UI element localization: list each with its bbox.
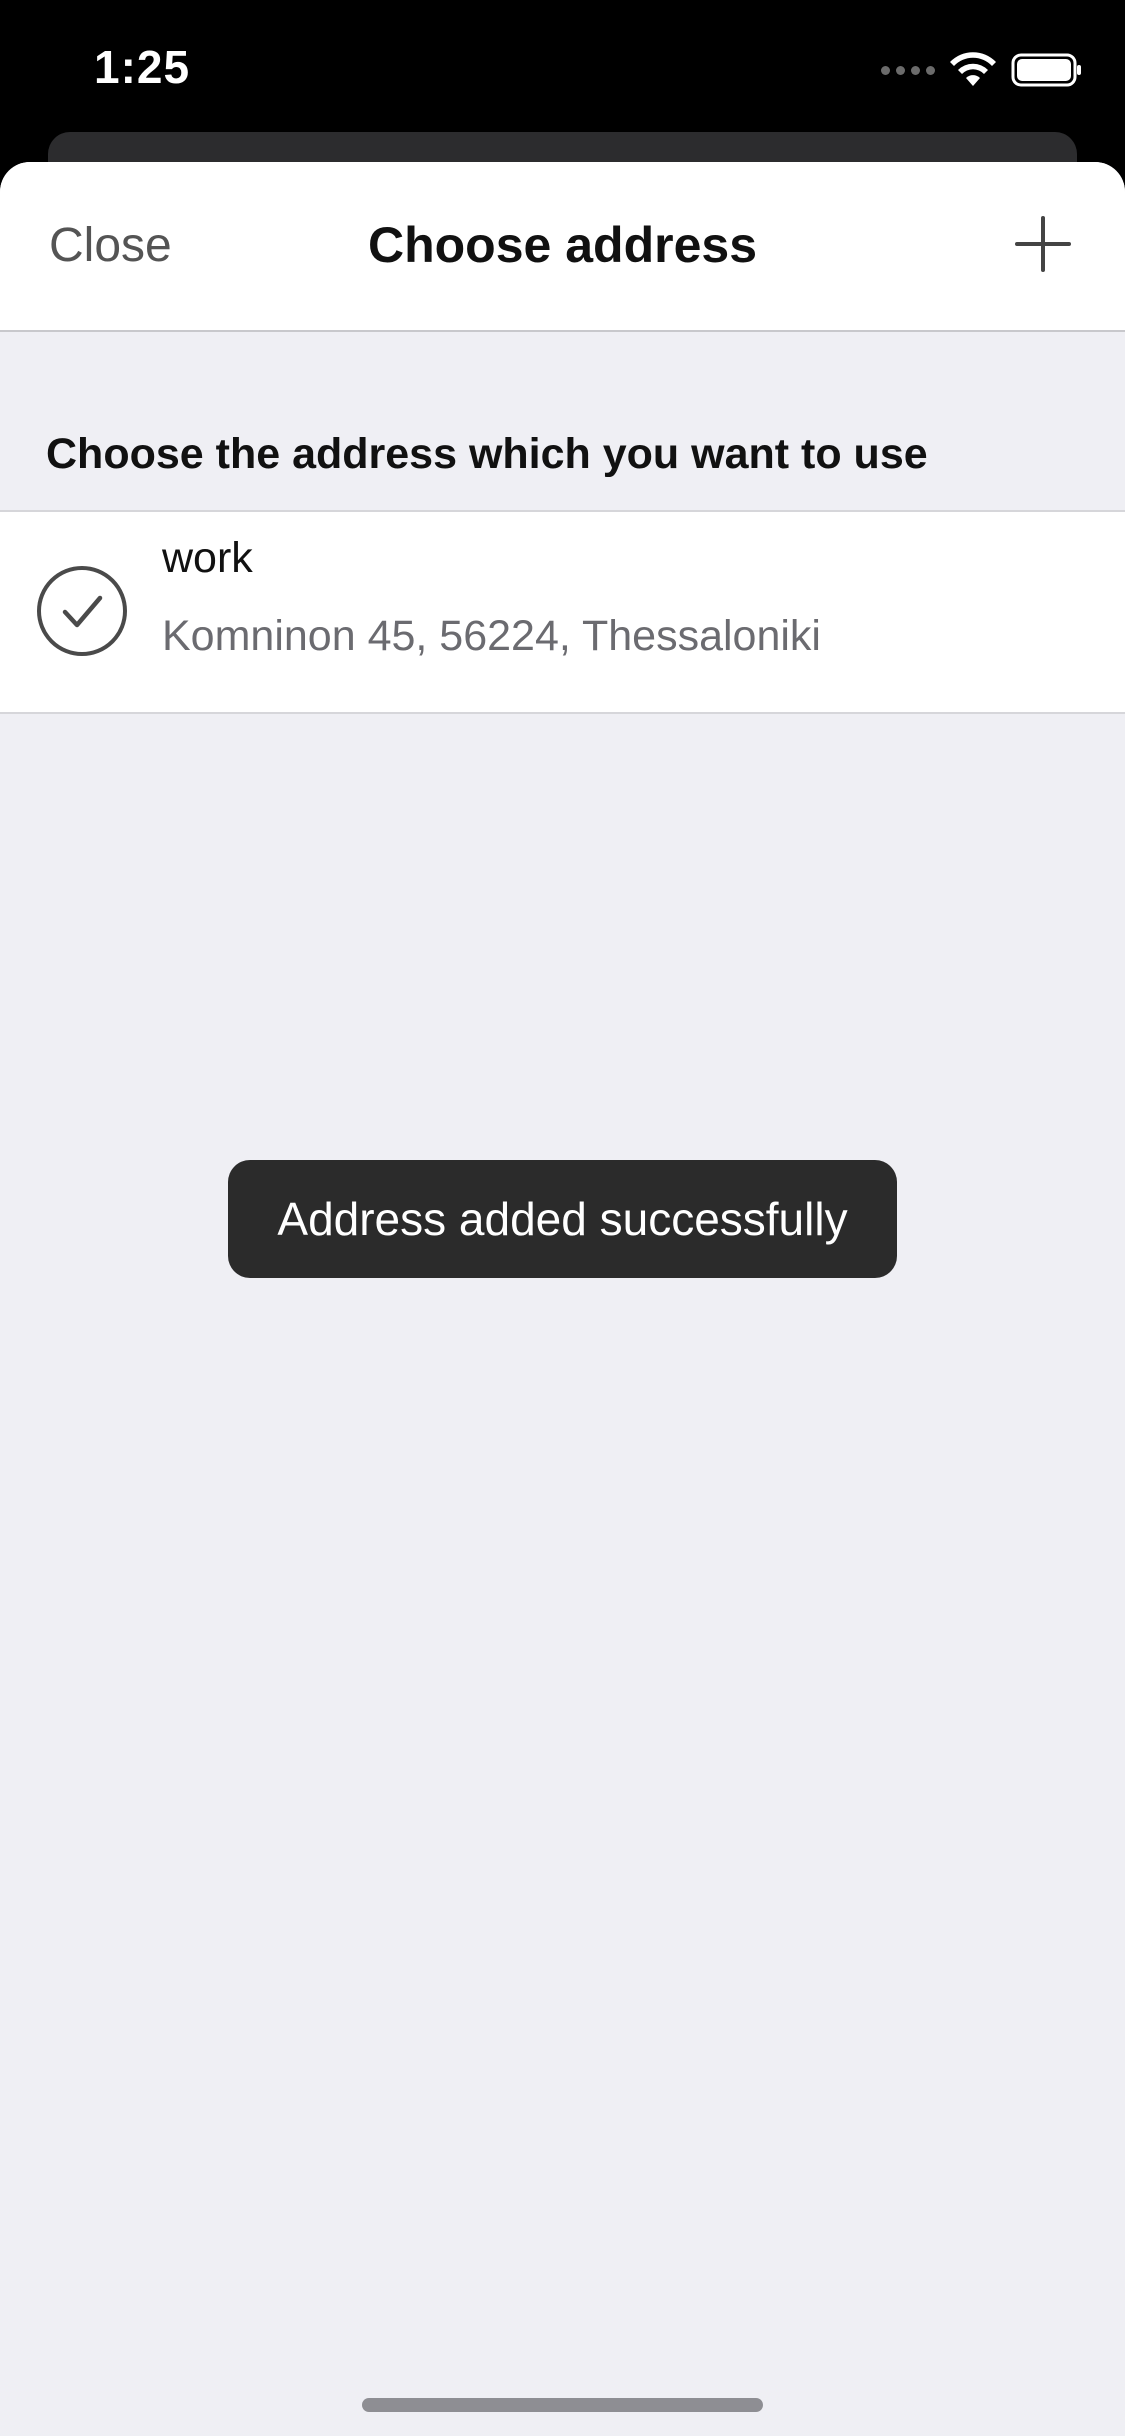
section-header: Choose the address which you want to use	[46, 430, 928, 478]
choose-address-sheet: Close Choose address Choose the address …	[0, 162, 1125, 2436]
home-indicator[interactable]	[362, 2398, 763, 2412]
navigation-bar: Close Choose address	[0, 162, 1125, 332]
address-name: work	[162, 534, 253, 582]
plus-icon[interactable]	[1013, 214, 1073, 274]
wifi-icon	[950, 52, 996, 86]
status-icons	[881, 50, 1083, 90]
toast-text: Address added successfully	[277, 1193, 848, 1245]
address-detail: Komninon 45, 56224, Thessaloniki	[162, 612, 821, 660]
page-title: Choose address	[367, 217, 757, 273]
toast-message: Address added successfully	[228, 1160, 897, 1278]
battery-icon	[1011, 53, 1081, 87]
status-bar: 1:25	[0, 0, 1125, 132]
status-time: 1:25	[94, 41, 191, 93]
screen: 1:25 Close Choose address Choose the add…	[0, 0, 1125, 2436]
cellular-signal-icon	[881, 65, 935, 75]
address-list: work Komninon 45, 56224, Thessaloniki	[0, 510, 1125, 714]
check-circle-icon	[37, 566, 127, 656]
